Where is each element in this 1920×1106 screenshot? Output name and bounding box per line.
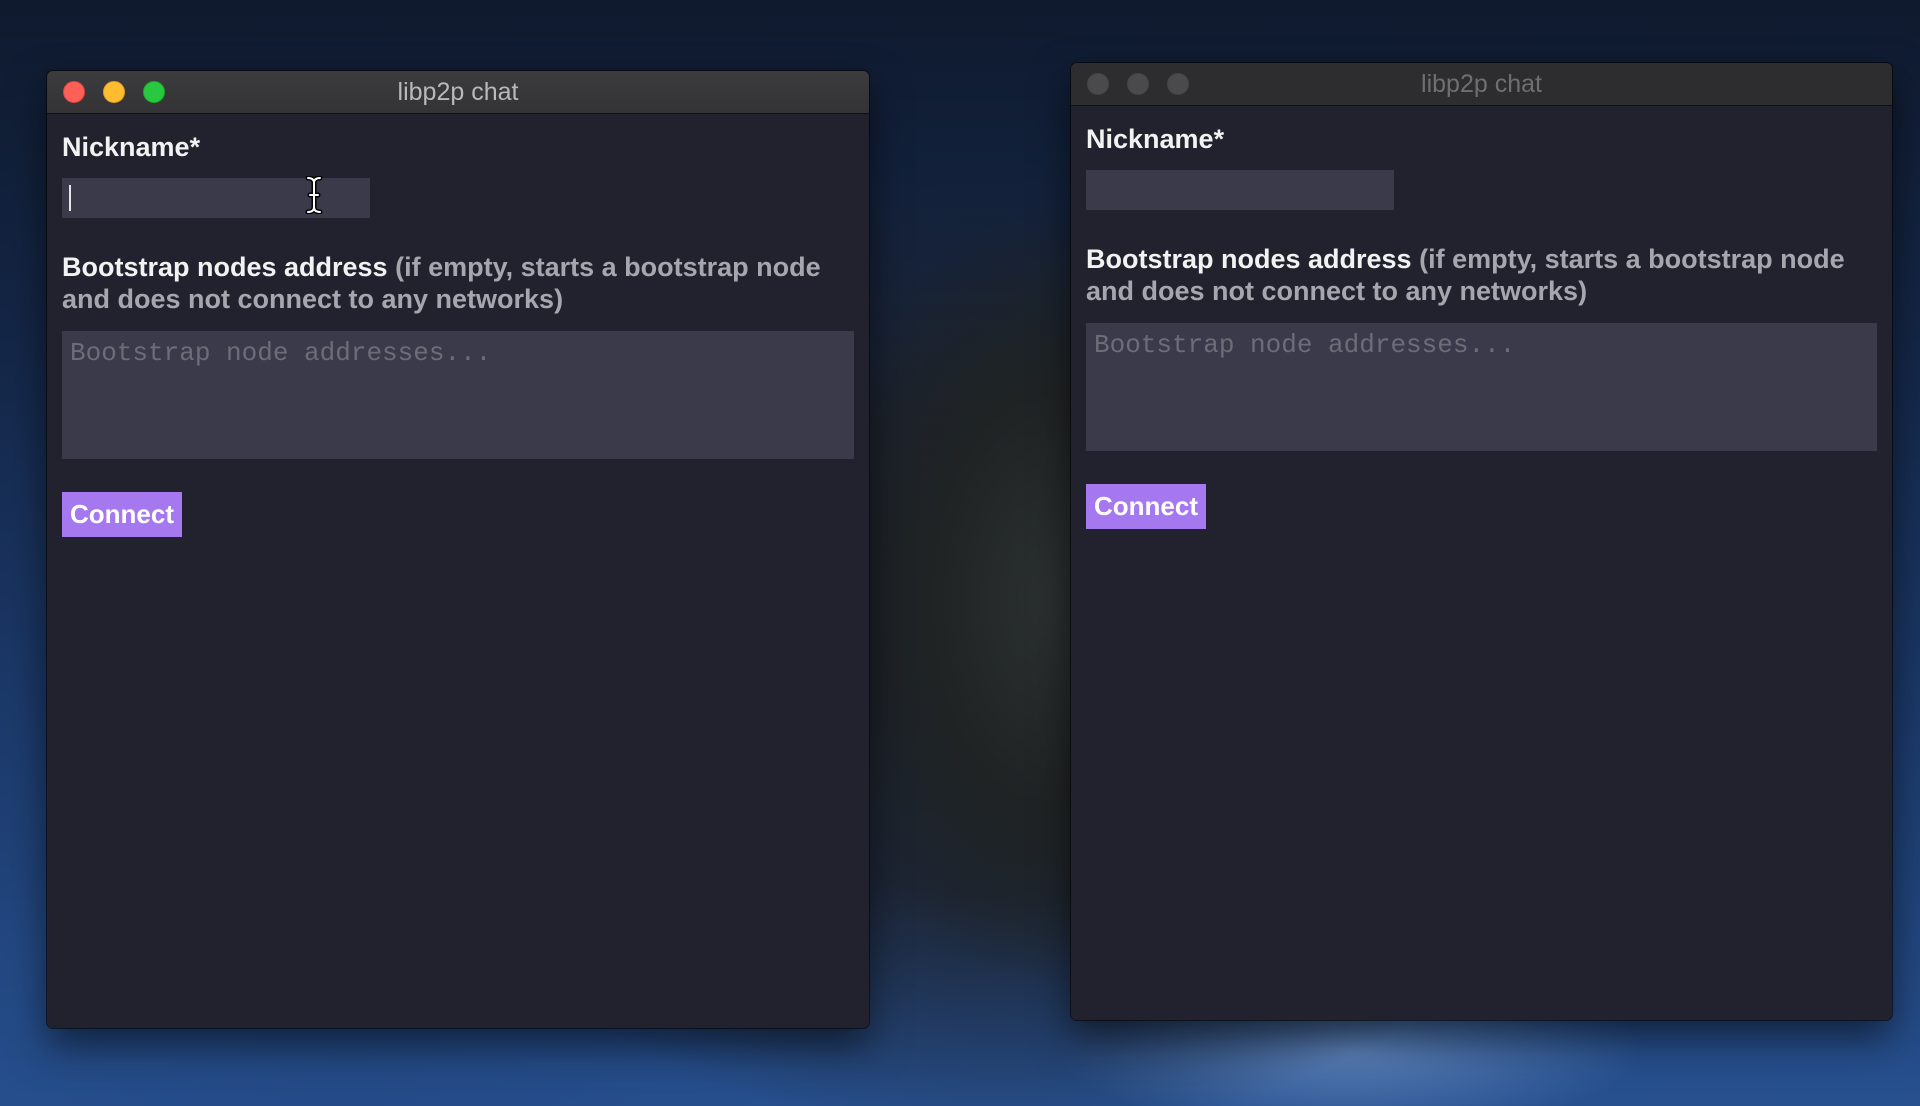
nickname-input[interactable] <box>1086 170 1394 210</box>
text-caret <box>69 185 71 211</box>
nickname-label: Nickname* <box>1086 124 1225 154</box>
nickname-label: Nickname* <box>62 132 201 162</box>
connect-button[interactable]: Connect <box>62 492 182 537</box>
window-title: libp2p chat <box>1421 70 1542 98</box>
window-title: libp2p chat <box>397 78 519 106</box>
chat-window-left: libp2p chat Nickname* Bootstrap nodes ad… <box>47 71 869 1028</box>
window-titlebar[interactable]: libp2p chat <box>1071 63 1892 106</box>
connect-button[interactable]: Connect <box>1086 484 1206 529</box>
chat-window-right: libp2p chat Nickname* Bootstrap nodes ad… <box>1071 63 1892 1020</box>
bootstrap-label: Bootstrap nodes address (if empty, start… <box>62 251 869 315</box>
nickname-input[interactable] <box>62 176 370 218</box>
bootstrap-label-text: Bootstrap nodes address <box>1086 244 1412 274</box>
text-cursor-ibeam-icon <box>305 176 323 214</box>
bootstrap-addresses-textarea[interactable]: Bootstrap node addresses... <box>62 331 854 459</box>
window-titlebar[interactable]: libp2p chat <box>47 71 869 114</box>
bootstrap-placeholder: Bootstrap node addresses... <box>1094 330 1516 360</box>
bootstrap-label: Bootstrap nodes address (if empty, start… <box>1086 243 1892 307</box>
bootstrap-label-text: Bootstrap nodes address <box>62 252 388 282</box>
bootstrap-placeholder: Bootstrap node addresses... <box>70 338 492 368</box>
bootstrap-addresses-textarea[interactable]: Bootstrap node addresses... <box>1086 323 1877 451</box>
